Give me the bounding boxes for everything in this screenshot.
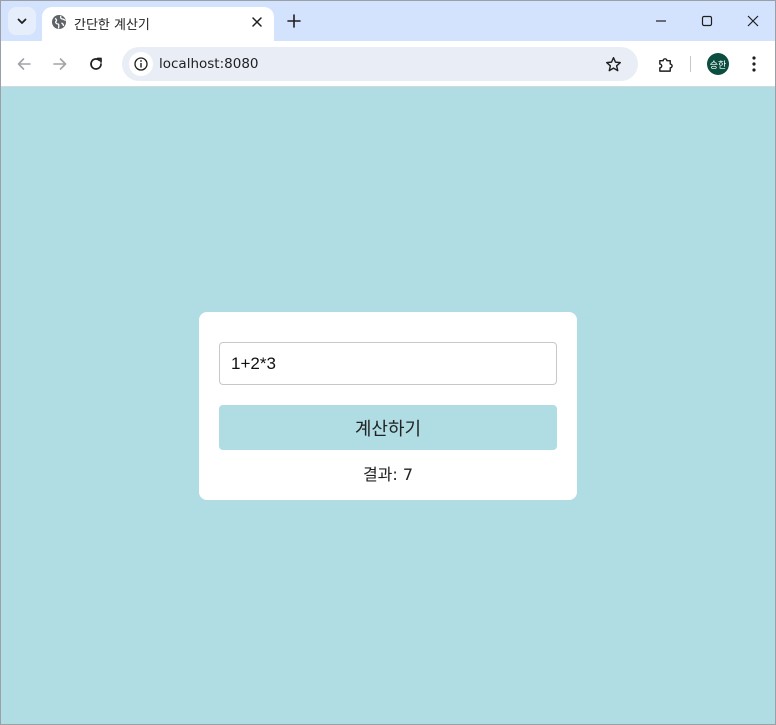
reload-button[interactable] <box>84 52 108 76</box>
tab-search-button[interactable] <box>8 7 36 35</box>
expression-input[interactable] <box>219 342 557 385</box>
minimize-button[interactable] <box>649 9 673 33</box>
calculate-button[interactable]: 계산하기 <box>219 405 557 450</box>
back-button[interactable] <box>12 52 36 76</box>
forward-button[interactable] <box>48 52 72 76</box>
browser-window: 간단한 계산기 localhost:8080 승한 1+2*3 계산하기 결과:… <box>0 0 776 725</box>
close-icon <box>747 15 759 27</box>
info-icon <box>134 57 148 71</box>
maximize-button[interactable] <box>695 9 719 33</box>
puzzle-icon <box>658 57 673 72</box>
profile-avatar[interactable]: 승한 <box>707 53 729 75</box>
minimize-icon <box>656 20 666 22</box>
plus-icon <box>287 14 301 28</box>
calculator-card: 계산하기 결과: 7 <box>199 312 577 500</box>
tab-title: 간단한 계산기 <box>74 18 150 33</box>
arrow-right-icon <box>53 58 67 70</box>
arrow-left-icon <box>17 58 31 70</box>
toolbar-separator <box>690 56 691 72</box>
browser-menu-button[interactable] <box>743 52 765 76</box>
star-icon <box>605 56 621 71</box>
page-viewport: 계산하기 결과: 7 <box>1 87 775 724</box>
globe-icon <box>52 15 66 29</box>
close-window-button[interactable] <box>741 9 765 33</box>
site-info-button[interactable] <box>129 52 153 76</box>
url-text: localhost:8080 <box>159 56 259 72</box>
kebab-menu-icon <box>752 56 756 72</box>
result-text: 결과: 7 <box>362 465 414 484</box>
close-icon <box>252 17 262 27</box>
address-bar[interactable]: localhost:8080 <box>122 47 638 81</box>
tab-strip: 간단한 계산기 <box>1 1 775 41</box>
new-tab-button[interactable] <box>284 11 304 31</box>
reload-icon <box>90 57 102 70</box>
extensions-button[interactable] <box>653 52 677 76</box>
browser-toolbar: localhost:8080 승한 <box>1 41 775 87</box>
chevron-down-icon <box>17 18 27 24</box>
bookmark-button[interactable] <box>602 53 624 75</box>
tab-close-button[interactable] <box>248 13 266 31</box>
maximize-icon <box>701 15 713 27</box>
tab-active[interactable]: 간단한 계산기 <box>42 7 274 41</box>
